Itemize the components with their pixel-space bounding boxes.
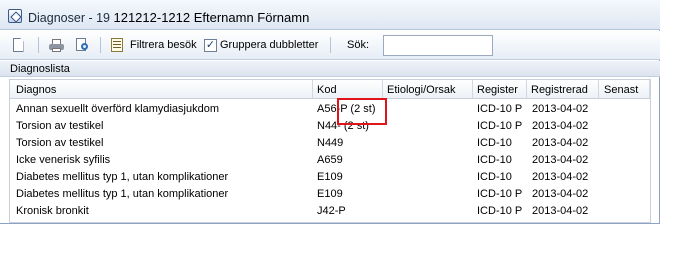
cell-register: ICD-10 P bbox=[477, 103, 523, 115]
cell-kod: J42-P bbox=[317, 205, 346, 217]
cell-diagnos: Diabetes mellitus typ 1, utan komplikati… bbox=[16, 188, 229, 200]
cell-kod: N449 bbox=[317, 137, 344, 149]
cell-diagnos: Diabetes mellitus typ 1, utan komplikati… bbox=[16, 171, 229, 183]
column-header-registrerad[interactable]: Registrerad bbox=[531, 84, 588, 96]
cell-register: ICD-10 P bbox=[477, 205, 523, 217]
new-document-button[interactable] bbox=[8, 35, 28, 55]
search-input[interactable] bbox=[383, 35, 493, 56]
table-row[interactable]: Annan sexuellt överförd klamydiasjukdom … bbox=[10, 101, 650, 118]
filter-icon bbox=[111, 37, 125, 53]
diagnosis-list-title: Diagnoslista bbox=[10, 63, 70, 75]
cell-diagnos: Annan sexuellt överförd klamydiasjukdom bbox=[16, 103, 219, 115]
table-row[interactable]: Torsion av testikel N44- (2 st) ICD-10 P… bbox=[10, 118, 650, 135]
diagnosis-table: Diagnos Kod Etiologi/Orsak Register Regi… bbox=[9, 79, 651, 223]
cell-kod: A659 bbox=[317, 154, 343, 166]
toolbar-separator bbox=[38, 37, 39, 53]
table-row[interactable]: Icke venerisk syfilis A659 ICD-10 2013-0… bbox=[10, 152, 650, 169]
print-preview-icon bbox=[75, 37, 90, 53]
cell-register: ICD-10 P bbox=[477, 120, 523, 132]
column-header-etiologi[interactable]: Etiologi/Orsak bbox=[387, 84, 455, 96]
cell-register: ICD-10 P bbox=[477, 188, 523, 200]
window-title: Diagnoser - 19 121212-1212 Efternamn För… bbox=[28, 10, 309, 25]
cell-registrerad: 2013-04-02 bbox=[532, 137, 589, 149]
column-header-senast[interactable]: Senast bbox=[604, 84, 638, 96]
cell-kod: E109 bbox=[317, 171, 343, 183]
cell-registrerad: 2013-04-02 bbox=[532, 188, 589, 200]
table-row[interactable]: Torsion av testikel N449 ICD-10 2013-04-… bbox=[10, 135, 650, 152]
cell-diagnos: Torsion av testikel bbox=[16, 120, 104, 132]
toolbar-separator bbox=[100, 37, 101, 53]
table-row[interactable]: Diabetes mellitus typ 1, utan komplikati… bbox=[10, 169, 650, 186]
group-duplicates-label[interactable]: Gruppera dubbletter bbox=[220, 39, 318, 51]
filter-visits-button[interactable] bbox=[108, 35, 128, 55]
title-bar: Diagnoser - 19 121212-1212 Efternamn För… bbox=[0, 0, 660, 30]
cell-kod: E109 bbox=[317, 188, 343, 200]
cell-registrerad: 2013-04-02 bbox=[532, 171, 589, 183]
column-header-kod[interactable]: Kod bbox=[317, 84, 337, 96]
annotation-highlight-box bbox=[337, 98, 387, 125]
cell-registrerad: 2013-04-02 bbox=[532, 103, 589, 115]
toolbar-separator bbox=[330, 37, 331, 53]
search-label: Sök: bbox=[347, 39, 370, 51]
column-header-register[interactable]: Register bbox=[477, 84, 518, 96]
cell-register: ICD-10 bbox=[477, 154, 512, 166]
toolbar: Filtrera besök ✓ Gruppera dubbletter Sök… bbox=[0, 31, 660, 60]
cell-registrerad: 2013-04-02 bbox=[532, 205, 589, 217]
patient-identity: 121212-1212 Efternamn Förnamn bbox=[113, 10, 310, 25]
cell-registrerad: 2013-04-02 bbox=[532, 154, 589, 166]
printer-icon bbox=[48, 38, 64, 52]
table-row[interactable]: Diabetes mellitus typ 1, utan komplikati… bbox=[10, 186, 650, 203]
app-icon bbox=[8, 9, 22, 23]
column-header-diagnos[interactable]: Diagnos bbox=[16, 84, 56, 96]
filter-visits-label[interactable]: Filtrera besök bbox=[130, 39, 197, 51]
print-preview-button[interactable] bbox=[72, 35, 92, 55]
group-duplicates-checkbox[interactable]: ✓ bbox=[204, 39, 217, 52]
cell-diagnos: Torsion av testikel bbox=[16, 137, 104, 149]
table-row[interactable]: Kronisk bronkit J42-P ICD-10 P 2013-04-0… bbox=[10, 203, 650, 220]
table-header: Diagnos Kod Etiologi/Orsak Register Regi… bbox=[10, 80, 650, 99]
new-document-icon bbox=[12, 38, 24, 52]
diagnosis-list-header: Diagnoslista bbox=[0, 61, 660, 77]
cell-diagnos: Kronisk bronkit bbox=[16, 205, 89, 217]
cell-register: ICD-10 bbox=[477, 137, 512, 149]
cell-diagnos: Icke venerisk syfilis bbox=[16, 154, 111, 166]
print-button[interactable] bbox=[46, 35, 66, 55]
cell-register: ICD-10 bbox=[477, 171, 512, 183]
cell-registrerad: 2013-04-02 bbox=[532, 120, 589, 132]
diagnoser-window: Diagnoser - 19 121212-1212 Efternamn För… bbox=[0, 0, 660, 224]
title-prefix: Diagnoser - 19 bbox=[28, 11, 110, 25]
